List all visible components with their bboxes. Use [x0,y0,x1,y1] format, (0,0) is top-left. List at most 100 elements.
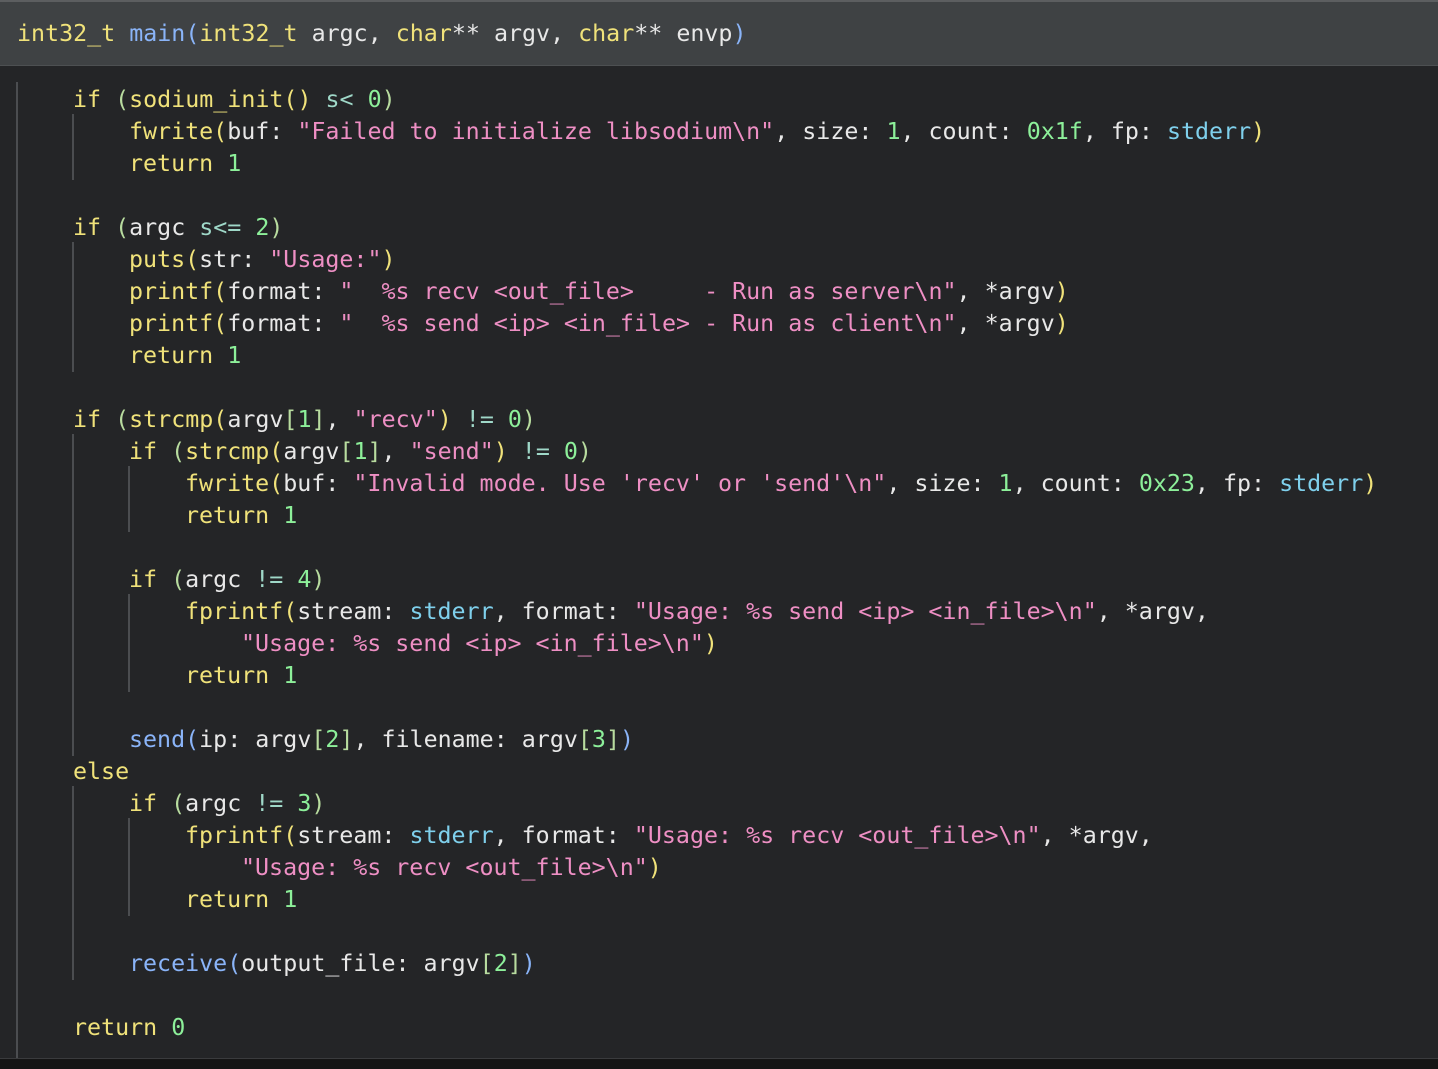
scope-guide [16,82,18,1058]
number-literal: 0x23 [1138,470,1195,497]
code-line[interactable]: return 1 [129,148,241,180]
number-literal: 1 [283,886,298,913]
number-literal: 3 [297,790,312,817]
keyword: return [129,342,214,369]
code-line[interactable]: send(ip: argv[2], filename: argv[3]) [129,724,634,756]
number-literal: 2 [255,214,270,241]
keyword: if [129,566,158,593]
param-name[interactable]: argc [312,20,368,47]
scope-guide [72,434,74,756]
global-variable[interactable]: stderr [1167,118,1251,145]
code-line[interactable]: "Usage: %s send <ip> <in_file>\n") [241,628,718,660]
param-type: int32_t [199,20,298,47]
number-literal: 0 [507,406,522,433]
scope-guide [128,466,130,532]
scope-guide [128,818,130,916]
keyword: if [73,406,102,433]
global-variable[interactable]: stderr [1279,470,1363,497]
code-line[interactable]: return 1 [185,884,297,916]
number-literal: 0x1f [1026,118,1083,145]
code-line[interactable]: return 0 [73,1012,185,1044]
code-line[interactable]: if (strcmp(argv[1], "recv") != 0) [73,404,536,436]
scope-guide [72,114,74,180]
keyword: if [129,438,158,465]
function-call[interactable]: send [129,726,185,753]
keyword: return [73,1014,158,1041]
number-literal: 1 [283,662,298,689]
code-line[interactable]: receive(output_file: argv[2]) [129,948,536,980]
number-literal: 1 [227,342,242,369]
code-line[interactable]: fprintf(stream: stderr, format: "Usage: … [185,820,1153,852]
code-line[interactable]: printf(format: " %s send <ip> <in_file> … [129,308,1069,340]
code-line[interactable]: if (argc != 4) [129,564,325,596]
status-strip [0,1058,1438,1069]
string-literal: "Invalid mode. Use 'recv' or 'send'\n" [353,470,887,497]
function-name[interactable]: main [129,20,185,47]
function-call[interactable]: sodium_init [129,86,283,113]
string-literal: " %s send <ip> <in_file> - Run as client… [339,310,957,337]
string-literal: "Usage: %s send <ip> <in_file>\n" [241,630,704,657]
scope-guide [128,594,130,692]
code-line[interactable]: "Usage: %s recv <out_file>\n") [241,852,662,884]
keyword: return [185,502,270,529]
keyword: else [73,758,130,785]
keyword: if [129,790,158,817]
param-type: char [395,20,452,47]
global-variable[interactable]: stderr [409,822,493,849]
param-name[interactable]: argv [494,20,550,47]
string-literal: "recv" [353,406,438,433]
string-literal: "send" [409,438,494,465]
number-literal: 0 [563,438,578,465]
function-call[interactable]: printf [129,278,213,305]
code-line[interactable]: return 1 [185,500,297,532]
string-literal: "Usage: %s recv <out_file>\n" [241,854,648,881]
number-literal: 0 [367,86,382,113]
function-call[interactable]: fwrite [185,470,269,497]
number-literal: 1 [886,118,901,145]
code-line[interactable]: if (strcmp(argv[1], "send") != 0) [129,436,592,468]
code-line[interactable]: puts(str: "Usage:") [129,244,396,276]
keyword: return [185,886,270,913]
keyword: return [185,662,270,689]
code-line[interactable]: if (sodium_init() s< 0) [73,84,396,116]
function-call[interactable]: strcmp [185,438,269,465]
function-call[interactable]: fprintf [185,598,283,625]
code-line[interactable]: printf(format: " %s recv <out_file> - Ru… [129,276,1069,308]
param-type: char [578,20,635,47]
function-call[interactable]: puts [129,246,185,273]
keyword: if [73,214,102,241]
code-line[interactable]: if (argc != 3) [129,788,325,820]
keyword: if [73,86,102,113]
string-literal: "Usage:" [269,246,382,273]
number-literal: 0 [171,1014,186,1041]
code-line[interactable]: return 1 [185,660,297,692]
string-literal: "Usage: %s send <ip> <in_file>\n" [633,598,1097,625]
function-call[interactable]: fprintf [185,822,283,849]
string-literal: " %s recv <out_file> - Run as server\n" [339,278,957,305]
return-type: int32_t [17,20,116,47]
scope-guide [72,786,74,980]
code-line[interactable]: if (argc s<= 2) [73,212,283,244]
string-literal: "Failed to initialize libsodium\n" [297,118,775,145]
scope-guide [72,242,74,372]
keyword: return [129,150,214,177]
decompiler-view: int32_t main(int32_t argc, char** argv, … [0,0,1438,1058]
code-line[interactable]: return 1 [129,340,241,372]
function-call[interactable]: printf [129,310,213,337]
code-line[interactable]: fwrite(buf: "Failed to initialize libsod… [129,116,1265,148]
code-line[interactable]: fprintf(stream: stderr, format: "Usage: … [185,596,1209,628]
function-signature[interactable]: int32_t main(int32_t argc, char** argv, … [17,18,746,50]
code-line[interactable]: else [73,756,129,788]
function-call[interactable]: fwrite [129,118,213,145]
number-literal: 1 [227,150,242,177]
code-line[interactable]: fwrite(buf: "Invalid mode. Use 'recv' or… [185,468,1377,500]
number-literal: 4 [297,566,312,593]
function-call[interactable]: strcmp [129,406,213,433]
number-literal: 1 [998,470,1013,497]
function-signature-bar: int32_t main(int32_t argc, char** argv, … [0,2,1438,66]
global-variable[interactable]: stderr [409,598,493,625]
number-literal: 1 [283,502,298,529]
param-name[interactable]: envp [676,20,732,47]
string-literal: "Usage: %s recv <out_file>\n" [633,822,1041,849]
function-call[interactable]: receive [129,950,227,977]
